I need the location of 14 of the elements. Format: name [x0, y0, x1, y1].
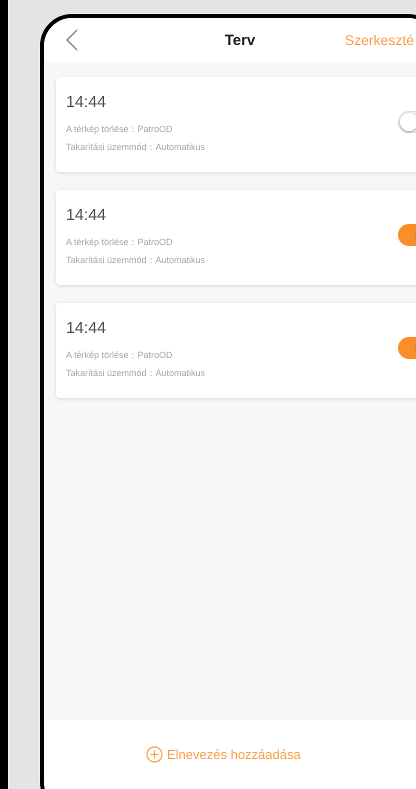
- page-title: Terv: [224, 32, 256, 48]
- map-label: A térkép törlése：PatroOD: [66, 236, 174, 249]
- map-label: A térkép törlése：PatroOD: [66, 122, 174, 136]
- mode-label: Takarítási üzemmód：Automatikus: [66, 140, 206, 154]
- mode-label: Takarítási üzemmód：Automatikus: [66, 366, 206, 380]
- back-icon[interactable]: [66, 29, 78, 51]
- edit-button[interactable]: Szerkeszté: [344, 32, 414, 48]
- add-plan-button[interactable]: Elnevezés hozzáadása: [146, 744, 301, 764]
- mode-label: Takarítási üzemmód：Automatikus: [66, 254, 206, 266]
- plan-time: 14:44: [66, 206, 108, 224]
- map-label: A térkép törlése：PatroOD: [66, 348, 174, 362]
- plus-circle-icon: [146, 746, 163, 762]
- plan-time: 14:44: [66, 94, 108, 112]
- plan-time: 14:44: [66, 320, 108, 338]
